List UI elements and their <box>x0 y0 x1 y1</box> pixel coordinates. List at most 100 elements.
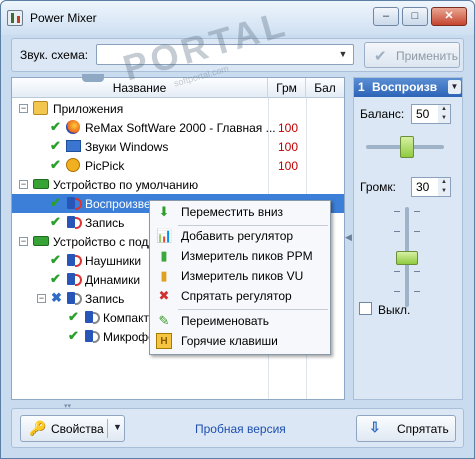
maximize-button[interactable]: □ <box>402 7 428 26</box>
volume-tick <box>394 271 400 272</box>
menu-separator <box>178 309 328 310</box>
volume-tick <box>394 211 400 212</box>
properties-label: Свойства <box>51 422 104 436</box>
checked-icon[interactable]: ✔ <box>50 119 61 135</box>
hotkey-icon: H <box>156 333 172 349</box>
tree-row-label: ReMax SoftWare 2000 - Главная ... <box>85 121 276 135</box>
checked-icon[interactable]: ✔ <box>50 157 61 173</box>
checked-icon[interactable]: ✔ <box>50 252 61 268</box>
tree-row-apps[interactable]: − Приложения <box>12 99 344 118</box>
checked-icon[interactable]: ✔ <box>50 271 61 287</box>
column-bal[interactable]: Бал <box>306 78 344 98</box>
checked-icon[interactable]: ✔ <box>68 309 79 325</box>
tree-row-label: Приложения <box>53 102 124 116</box>
checked-icon[interactable]: ✔ <box>50 214 61 230</box>
collapse-icon[interactable]: − <box>19 180 28 189</box>
volume-slider-thumb[interactable] <box>396 251 418 265</box>
checked-icon[interactable]: ✔ <box>50 195 61 211</box>
bottom-bar: 🔑 Свойства ▼ Пробная версия ⇩ Спрятать <box>11 408 464 448</box>
menu-item-move-down[interactable]: ⬇ Переместить вниз <box>151 202 329 222</box>
volume-tick <box>414 291 420 292</box>
volume-tick <box>414 231 420 232</box>
tree-row-windows-sounds[interactable]: ✔ Звуки Windows 100 <box>12 137 344 156</box>
tree-row-remax[interactable]: ✔ ReMax SoftWare 2000 - Главная ... 100 <box>12 118 344 137</box>
spin-up-icon[interactable]: ▲ <box>438 178 450 187</box>
balance-slider-thumb[interactable] <box>400 136 414 158</box>
collapse-icon[interactable]: − <box>19 237 28 246</box>
menu-item-label: Добавить регулятор <box>181 229 294 243</box>
apply-button[interactable]: ✔ Применить <box>364 42 460 68</box>
chevron-down-icon[interactable]: ▼ <box>113 422 122 432</box>
tree-row-picpick[interactable]: ✔ PicPick 100 <box>12 156 344 175</box>
tree-row-label: Запись <box>85 292 125 306</box>
add-slider-icon: 📊 <box>156 228 173 243</box>
spin-down-icon[interactable]: ▼ <box>438 114 450 123</box>
speaker-icon <box>85 311 100 324</box>
app-icon <box>7 10 23 26</box>
tree-row-label: Устройство с подд <box>53 235 156 249</box>
volume-spinner[interactable]: 30 ▲ ▼ <box>411 177 451 197</box>
mute-checkbox[interactable] <box>359 302 372 315</box>
trial-version-text: Пробная версия <box>195 422 286 436</box>
volume-tick <box>394 231 400 232</box>
windows-sounds-icon <box>66 140 81 152</box>
menu-item-label: Измеритель пиков PPM <box>181 249 313 263</box>
column-grm[interactable]: Грм <box>268 78 306 98</box>
grm-value: 100 <box>277 140 299 154</box>
spin-down-icon[interactable]: ▼ <box>438 187 450 196</box>
menu-item-label: Переименовать <box>181 314 269 328</box>
key-icon: 🔑 <box>29 420 47 436</box>
balance-value: 50 <box>416 107 430 121</box>
hide-button-label: Спрятать <box>397 422 449 436</box>
menu-item-hide-control[interactable]: ✖ Спрятать регулятор <box>151 286 329 306</box>
speaker-icon <box>67 197 82 210</box>
collapse-icon[interactable]: − <box>19 104 28 113</box>
chevron-down-icon[interactable]: ▼ <box>448 80 461 94</box>
close-button[interactable]: ✕ <box>431 7 467 26</box>
tree-row-label: Звуки Windows <box>85 140 169 154</box>
disabled-icon[interactable]: ✖ <box>51 290 62 306</box>
control-header[interactable]: 1 Воспроизв ▼ <box>354 78 462 97</box>
checked-icon[interactable]: ✔ <box>50 138 61 154</box>
ppm-meter-icon: ▮ <box>160 248 168 263</box>
picpick-icon <box>66 158 80 172</box>
speaker-icon <box>67 273 82 286</box>
collapse-tab[interactable] <box>82 74 104 82</box>
window-title: Power Mixer <box>30 11 97 25</box>
speaker-icon <box>67 292 82 305</box>
volume-value: 30 <box>416 180 430 194</box>
grm-value: 100 <box>277 121 299 135</box>
checkmark-icon: ✔ <box>374 48 387 65</box>
hide-button[interactable]: ⇩ Спрятать <box>356 415 456 442</box>
speaker-icon <box>67 254 82 267</box>
menu-item-label: Спрятать регулятор <box>181 289 292 303</box>
splitter-arrow-icon[interactable]: ◀ <box>345 232 352 246</box>
menu-item-vu-meter[interactable]: ▮ Измеритель пиков VU <box>151 266 329 286</box>
spin-up-icon[interactable]: ▲ <box>438 105 450 114</box>
menu-item-rename[interactable]: ✎ Переименовать <box>151 311 329 331</box>
apps-folder-icon <box>33 101 48 115</box>
menu-item-hotkeys[interactable]: H Горячие клавиши <box>151 331 329 351</box>
split-divider <box>107 419 108 438</box>
power-mixer-window: Power Mixer – □ ✕ Звук. схема: ▼ ✔ Приме… <box>0 0 475 459</box>
tree-row-label: Динамики <box>85 273 141 287</box>
arrow-down-icon: ⇩ <box>369 419 381 435</box>
checked-icon[interactable]: ✔ <box>68 328 79 344</box>
menu-item-add-control[interactable]: 📊 Добавить регулятор <box>151 226 329 246</box>
context-menu: ⬇ Переместить вниз 📊 Добавить регулятор … <box>149 200 331 355</box>
volume-tick <box>414 211 420 212</box>
speaker-icon <box>85 330 100 343</box>
tree-row-label: Компакт- <box>103 311 153 325</box>
volume-tick <box>414 271 420 272</box>
speaker-icon <box>67 216 82 229</box>
tree-row-label: Воспроизве <box>85 197 151 211</box>
tree-row-label: Запись <box>85 216 125 230</box>
menu-item-label: Переместить вниз <box>181 205 284 219</box>
balance-spinner[interactable]: 50 ▲ ▼ <box>411 104 451 124</box>
chevron-down-icon: ▼ <box>338 49 348 59</box>
menu-item-ppm-meter[interactable]: ▮ Измеритель пиков PPM <box>151 246 329 266</box>
properties-button[interactable]: 🔑 Свойства ▼ <box>20 415 125 442</box>
collapse-icon[interactable]: − <box>37 294 46 303</box>
tree-row-default-device[interactable]: − Устройство по умолчанию <box>12 175 344 194</box>
minimize-button[interactable]: – <box>373 7 399 26</box>
